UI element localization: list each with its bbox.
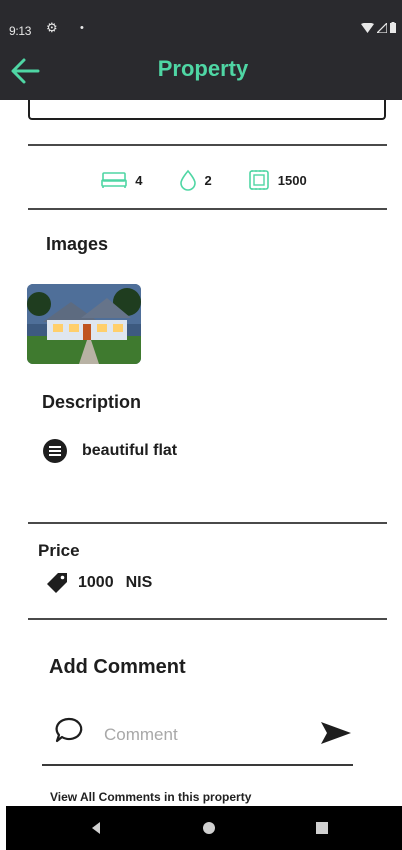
divider [28, 208, 387, 210]
send-button[interactable] [319, 718, 353, 748]
triangle-back-icon [92, 822, 100, 834]
circle-home-icon [203, 822, 215, 834]
price-label: Price [38, 541, 80, 560]
area-feature: 1500 [248, 169, 307, 191]
status-icons [361, 22, 396, 33]
system-nav-bar [6, 806, 402, 850]
app-bar: Property [0, 44, 402, 100]
nav-back-button[interactable] [86, 818, 106, 838]
nav-recents-button[interactable] [312, 818, 332, 838]
comment-composer [42, 706, 353, 766]
price-currency: NIS [125, 574, 153, 591]
info-card [28, 100, 386, 120]
notification-dot-icon: • [80, 22, 84, 34]
divider [28, 522, 387, 524]
send-icon [321, 722, 351, 744]
comment-icon [55, 717, 83, 743]
drop-icon [179, 169, 196, 191]
wifi-icon [361, 22, 374, 33]
description-text: beautiful flat [82, 442, 178, 459]
images-title: Images [46, 234, 109, 254]
property-image[interactable] [27, 284, 141, 364]
list-icon [43, 439, 67, 463]
bedrooms-feature: 4 [101, 171, 143, 189]
divider [28, 618, 387, 620]
page-title: Property [157, 56, 249, 81]
status-time: 9:13 [9, 24, 32, 38]
area-icon [248, 170, 269, 190]
features-row: 4 2 1500 [0, 160, 402, 200]
nav-home-button[interactable] [199, 818, 219, 838]
settings-notification-icon: ⚙ [46, 20, 58, 35]
battery-icon [390, 22, 396, 33]
tag-icon [47, 573, 67, 593]
description-row: beautiful flat [42, 438, 177, 464]
price-value: 1000 [78, 574, 114, 591]
status-bar: 9:13 ⚙ • [0, 0, 402, 44]
bedrooms-count: 4 [135, 172, 143, 188]
add-comment-title: Add Comment [49, 656, 186, 678]
bathrooms-count: 2 [204, 172, 212, 188]
view-all-comments-link[interactable]: View All Comments in this property [50, 790, 251, 804]
comment-input[interactable] [104, 722, 304, 748]
signal-icon [377, 22, 387, 33]
property-details: 4 2 1500 Images Description beautiful fl… [0, 100, 402, 806]
bed-icon [101, 172, 128, 188]
house-photo [27, 284, 141, 364]
divider [28, 144, 387, 146]
square-recents-icon [316, 822, 328, 834]
bathrooms-feature: 2 [179, 169, 212, 191]
price-row: 1000 NIS [46, 572, 152, 594]
description-title: Description [42, 392, 142, 412]
area-value: 1500 [277, 172, 307, 188]
